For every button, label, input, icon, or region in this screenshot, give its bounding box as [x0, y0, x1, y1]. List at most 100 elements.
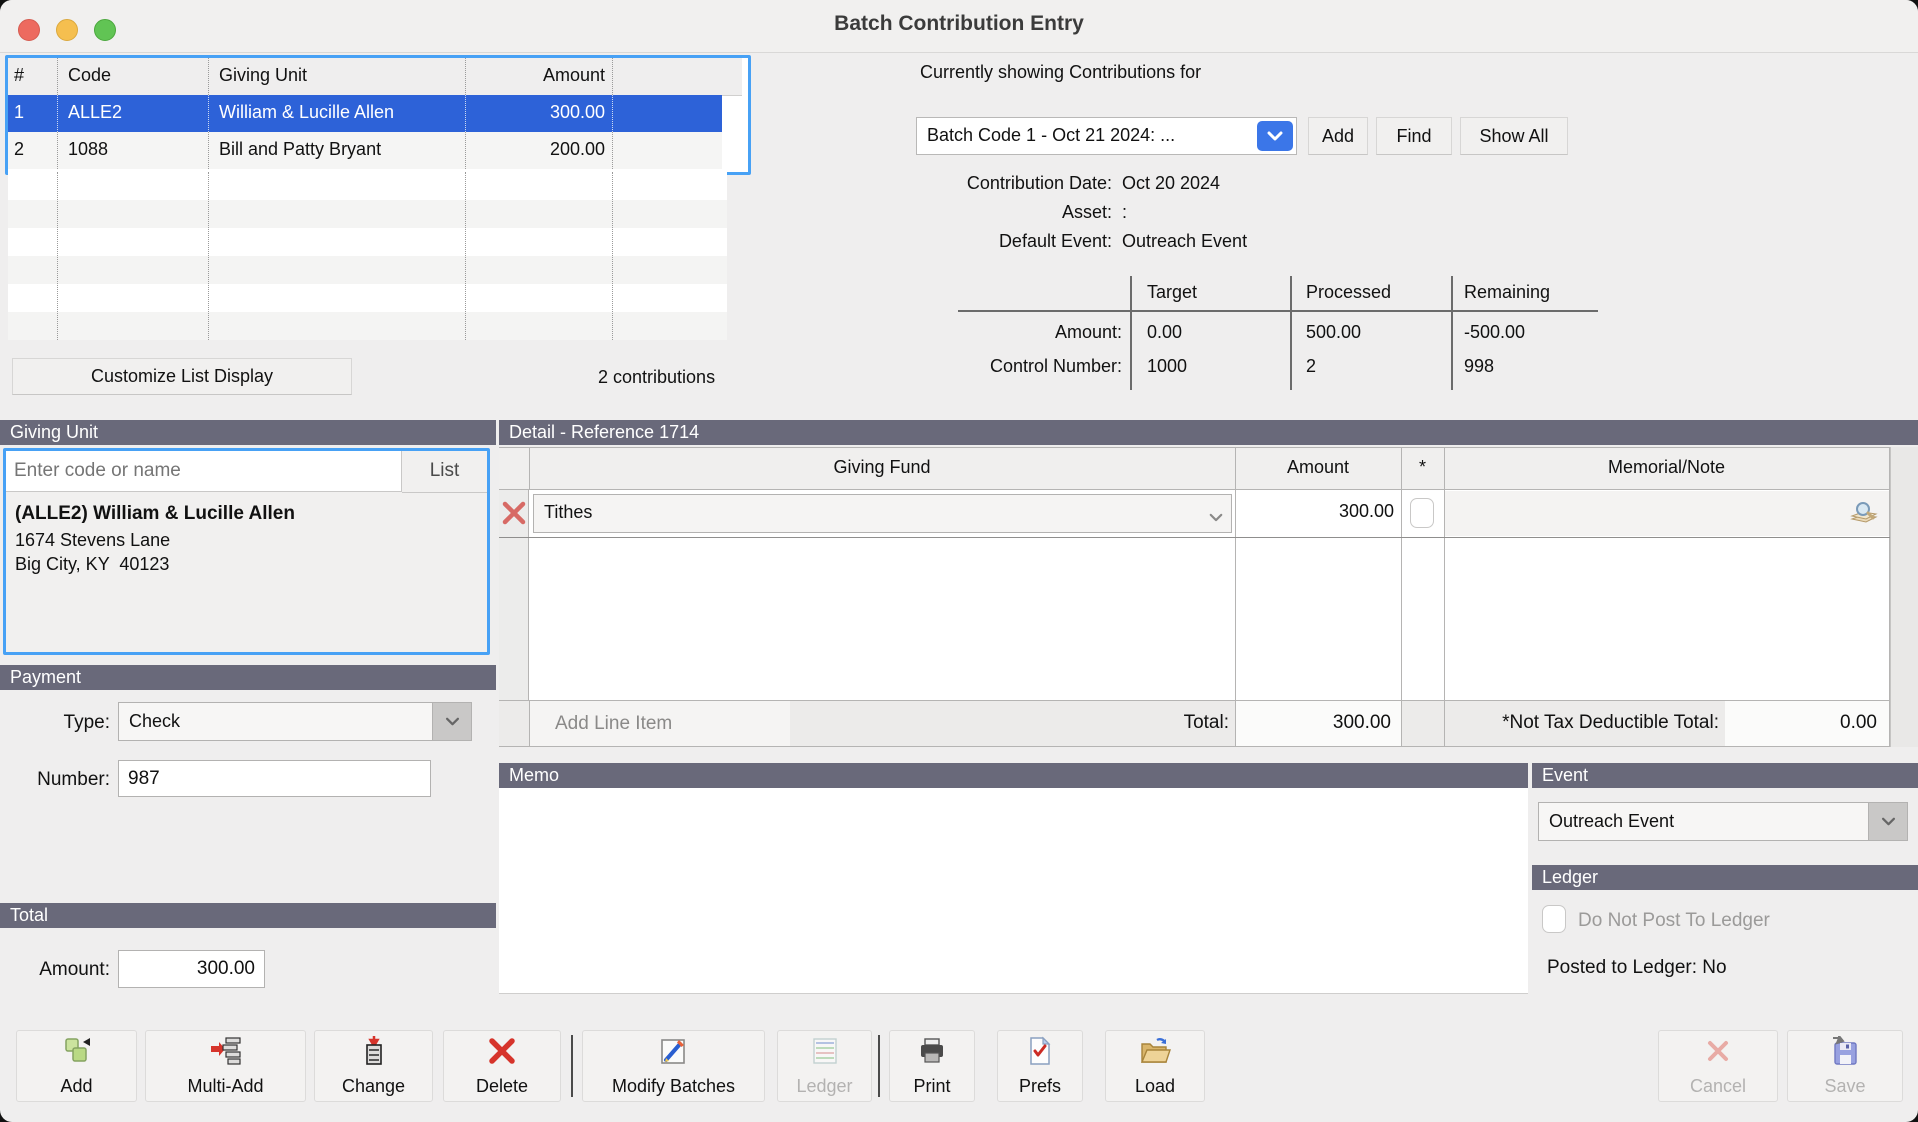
stats-col-target: Target [1147, 282, 1198, 302]
chevron-down-icon[interactable] [1257, 121, 1293, 151]
total-section-header: Total [0, 903, 496, 928]
memo-textarea[interactable] [499, 788, 1528, 994]
event-select[interactable]: Outreach Event [1538, 802, 1908, 841]
giving-fund-select[interactable]: Tithes [533, 494, 1232, 533]
cancel-label: Cancel [1689, 1076, 1747, 1096]
detail-total-cell: 300.00 [1236, 701, 1401, 746]
stats-control-processed: 2 [1306, 356, 1317, 376]
note-lookup-icon[interactable] [1845, 496, 1883, 532]
contributions-table-header: # Code Giving Unit Amount [8, 58, 742, 96]
modify-batches-label: Modify Batches [611, 1076, 736, 1096]
ledger-section-header: Ledger [1532, 865, 1918, 890]
detail-col-fund[interactable]: Giving Fund [529, 457, 1235, 478]
stats-col-remaining: Remaining [1464, 282, 1551, 302]
giving-unit-list-button[interactable]: List [402, 451, 487, 492]
print-label: Print [913, 1076, 951, 1096]
change-button[interactable]: Change [314, 1030, 433, 1102]
detail-col-star[interactable]: * [1401, 457, 1444, 478]
detail-grid-footer: Add Line Item Total: 300.00 *Not Tax Ded… [499, 700, 1918, 747]
payment-type-value: Check [129, 711, 181, 731]
batch-show-all-button[interactable]: Show All [1460, 117, 1568, 155]
col-header-num[interactable]: # [14, 65, 24, 86]
chevron-down-icon [432, 703, 471, 740]
cell-code: ALLE2 [68, 102, 123, 122]
prefs-icon [1030, 1036, 1051, 1065]
add-icon [64, 1038, 90, 1062]
detail-grid-header: Giving Fund Amount * Memorial/Note [499, 447, 1918, 490]
total-amount-input[interactable] [118, 950, 265, 988]
cell-num: 2 [14, 139, 25, 159]
ntd-total-value: 0.00 [1840, 712, 1877, 733]
save-icon [1833, 1036, 1857, 1065]
ledger-button[interactable]: Ledger [777, 1030, 872, 1102]
detail-section-header: Detail - Reference 1714 [499, 420, 1918, 445]
payment-number-input[interactable] [118, 760, 431, 797]
table-row[interactable]: 1 ALLE2 William & Lucille Allen 300.00 [8, 95, 722, 132]
delete-label: Delete [475, 1076, 529, 1096]
ledger-label: Ledger [796, 1076, 853, 1096]
memo-section-header: Memo [499, 763, 1528, 788]
do-not-post-checkbox[interactable] [1542, 905, 1566, 933]
line-amount-value[interactable]: 300.00 [1239, 501, 1394, 522]
add-button[interactable]: Add [16, 1030, 137, 1102]
payment-type-select[interactable]: Check [118, 702, 472, 741]
detail-col-amount[interactable]: Amount [1235, 457, 1401, 478]
ntd-total-cell: 0.00 [1725, 701, 1889, 746]
detail-grid-scrollbar[interactable] [1890, 447, 1918, 747]
contributions-table[interactable]: # Code Giving Unit Amount 1 ALLE2 Willia… [5, 55, 751, 175]
payment-type-label: Type: [63, 712, 110, 733]
batch-show-all-label: Show All [1479, 126, 1549, 146]
print-button[interactable]: Print [889, 1030, 975, 1102]
event-value: Outreach Event [1549, 811, 1675, 831]
change-icon [365, 1036, 382, 1065]
giving-unit-section-header: Giving Unit [0, 420, 496, 445]
not-tax-deductible-checkbox[interactable] [1410, 498, 1434, 528]
stats-col-processed: Processed [1306, 282, 1392, 302]
stats-control-remaining: 998 [1464, 356, 1495, 376]
cell-num: 1 [14, 102, 25, 122]
memorial-note-cell[interactable] [1445, 491, 1889, 536]
detail-grid-body: Tithes 300.00 [499, 490, 1918, 700]
multi-add-label: Multi-Add [187, 1076, 264, 1096]
col-header-unit[interactable]: Giving Unit [219, 65, 307, 86]
do-not-post-label: Do Not Post To Ledger [1578, 910, 1770, 931]
giving-unit-list-label: List [429, 460, 460, 481]
cancel-button[interactable]: Cancel [1658, 1030, 1778, 1102]
chevron-down-icon [1209, 509, 1223, 527]
detail-total-label: Total: [1183, 712, 1229, 733]
multi-add-button[interactable]: Multi-Add [145, 1030, 306, 1102]
batch-add-button[interactable]: Add [1308, 117, 1368, 155]
batch-find-button[interactable]: Find [1376, 117, 1452, 155]
giving-unit-box: List (ALLE2) William & Lucille Allen 167… [3, 448, 490, 655]
prefs-button[interactable]: Prefs [997, 1030, 1083, 1102]
detail-col-memo[interactable]: Memorial/Note [1444, 457, 1889, 478]
table-row[interactable]: 2 1088 Bill and Patty Bryant 200.00 [8, 132, 722, 169]
cancel-icon [1708, 1041, 1728, 1061]
payment-number-label: Number: [37, 769, 110, 790]
stats-amount-label: Amount: [1054, 322, 1122, 342]
event-section-header: Event [1532, 763, 1918, 788]
customize-list-display-button[interactable]: Customize List Display [12, 358, 352, 395]
contribution-count: 2 contributions [598, 367, 716, 387]
batch-find-label: Find [1396, 126, 1432, 146]
load-button[interactable]: Load [1105, 1030, 1205, 1102]
delete-line-item-button[interactable] [500, 498, 528, 528]
add-line-item-label: Add Line Item [555, 713, 673, 734]
add-line-item-button[interactable]: Add Line Item [530, 701, 790, 746]
delete-button[interactable]: Delete [443, 1030, 561, 1102]
contributions-table-empty-rows [8, 172, 727, 340]
detail-total-value: 300.00 [1332, 712, 1391, 733]
giving-unit-name: (ALLE2) William & Lucille Allen [15, 503, 295, 524]
cell-amount: 200.00 [549, 139, 605, 159]
col-header-code[interactable]: Code [68, 65, 111, 86]
cell-unit: Bill and Patty Bryant [219, 139, 382, 159]
giving-unit-search-input[interactable] [6, 451, 402, 492]
default-event-label: Default Event: [998, 231, 1112, 251]
save-button[interactable]: Save [1787, 1030, 1903, 1102]
batch-select[interactable]: Batch Code 1 - Oct 21 2024: ... [916, 117, 1297, 155]
save-label: Save [1824, 1076, 1866, 1096]
stats-control-target: 1000 [1147, 356, 1188, 376]
col-header-amount[interactable]: Amount [465, 65, 605, 86]
cell-amount: 300.00 [549, 102, 605, 122]
modify-batches-button[interactable]: Modify Batches [582, 1030, 765, 1102]
